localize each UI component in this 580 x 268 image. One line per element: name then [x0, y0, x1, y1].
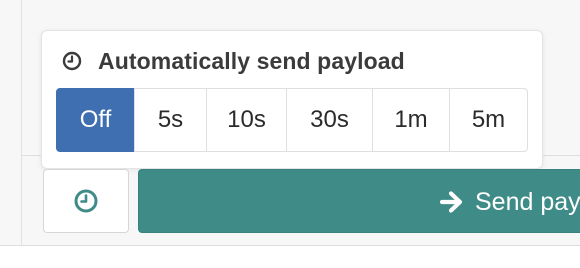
interval-option-5m[interactable]: 5m	[449, 88, 528, 152]
arrow-right-icon	[439, 189, 465, 215]
clock-icon	[62, 51, 82, 71]
auto-send-timer-button[interactable]	[43, 169, 129, 233]
send-button-label: Send pay	[475, 187, 580, 216]
left-divider	[21, 0, 22, 245]
interval-option-1m[interactable]: 1m	[372, 88, 450, 152]
interval-option-30s[interactable]: 30s	[286, 88, 373, 152]
send-button-content: Send pay	[439, 170, 580, 232]
page-footer-area	[0, 246, 580, 268]
popover-header: Automatically send payload	[62, 47, 405, 75]
interval-option-10s[interactable]: 10s	[206, 88, 287, 152]
popover-title: Automatically send payload	[98, 47, 405, 74]
send-payload-button[interactable]: Send pay	[138, 169, 580, 233]
interval-option-off[interactable]: Off	[56, 88, 135, 152]
auto-send-popover: Automatically send payload Off 5s 10s 30…	[41, 30, 543, 169]
interval-option-5s[interactable]: 5s	[134, 88, 207, 152]
interval-selector: Off 5s 10s 30s 1m 5m	[56, 88, 528, 152]
clock-icon	[73, 188, 99, 214]
